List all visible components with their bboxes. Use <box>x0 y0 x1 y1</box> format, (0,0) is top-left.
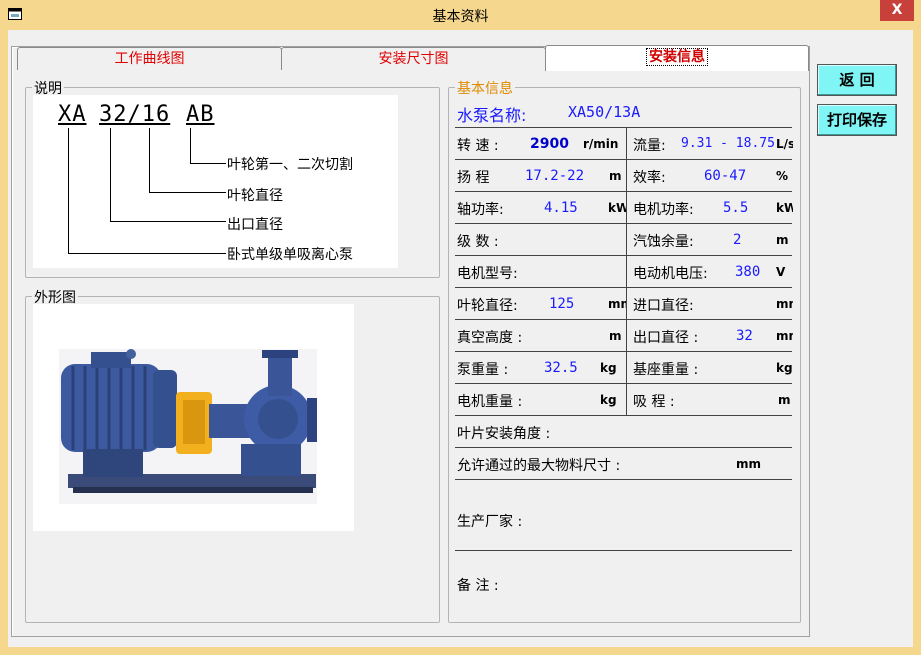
impeller-diameter-unit: mm <box>608 297 626 311</box>
model-code-cut: AB <box>186 102 215 127</box>
impeller-diameter-value: 125 <box>549 296 575 312</box>
legend-impeller-diameter: 叶轮直径 <box>227 188 283 204</box>
leader-line <box>68 253 226 254</box>
speed-unit: r/min <box>583 137 619 151</box>
efficiency-value: 60-47 <box>704 168 747 184</box>
pump-weight-unit: kg <box>600 361 617 375</box>
head-value: 17.2-22 <box>525 168 585 184</box>
title-bar: 基本资料 X <box>0 0 921 30</box>
pump-image <box>59 349 317 504</box>
motor-weight-label: 电机重量 : <box>457 394 523 410</box>
pump-weight-label: 泵重量 : <box>457 362 509 378</box>
max-particle-label: 允许通过的最大物料尺寸 : <box>457 458 621 474</box>
flow-label: 流量: <box>633 138 666 154</box>
leader-line <box>68 128 69 253</box>
column-divider <box>626 128 627 415</box>
row-separator <box>455 319 792 320</box>
row-separator <box>455 479 792 480</box>
leader-line <box>149 128 150 192</box>
motor-voltage-value: 380 <box>735 264 761 280</box>
pump-name-value: XA50/13A <box>568 103 641 121</box>
back-button[interactable]: 返 回 <box>817 64 897 96</box>
flow-value: 9.31 - 18.75 <box>681 136 775 151</box>
flow-unit: L/s <box>776 137 793 151</box>
basic-info-title: 基本信息 <box>455 78 515 98</box>
head-unit: m <box>609 169 622 183</box>
print-save-button[interactable]: 打印保存 <box>817 104 897 136</box>
pump-weight-value: 32.5 <box>544 360 578 376</box>
shaft-power-value: 4.15 <box>544 200 578 216</box>
row-separator <box>455 447 792 448</box>
npsh-value: 2 <box>733 232 742 248</box>
tab-install-info[interactable]: 安装信息 <box>545 45 809 71</box>
pump-name-label: 水泵名称: <box>457 106 527 125</box>
suction-lift-label: 吸 程 : <box>633 394 675 410</box>
impeller-diameter-label: 叶轮直径: <box>457 298 518 314</box>
legend-impeller-cut: 叶轮第一、二次切割 <box>227 157 353 173</box>
motor-voltage-label: 电动机电压: <box>633 266 708 282</box>
row-separator <box>455 351 792 352</box>
pump-image-panel <box>33 304 354 531</box>
note-label: 备 注 : <box>457 578 499 594</box>
row-separator <box>455 255 792 256</box>
leader-line <box>149 192 226 193</box>
npsh-label: 汽蚀余量: <box>633 234 694 250</box>
row-separator <box>455 127 792 128</box>
window-frame-left <box>0 30 8 655</box>
row-separator <box>455 415 792 416</box>
suction-lift-unit: m <box>778 393 791 407</box>
inlet-diameter-unit: mm <box>776 297 793 311</box>
shaft-power-unit: kW <box>608 201 626 215</box>
row-separator <box>455 159 792 160</box>
vacuum-height-unit: m <box>609 329 622 343</box>
blade-angle-label: 叶片安装角度 : <box>457 426 551 442</box>
window-frame-bottom <box>0 647 921 655</box>
window-title: 基本资料 <box>432 9 489 25</box>
head-label: 扬 程 <box>457 170 490 186</box>
leader-line <box>190 128 191 163</box>
model-code-size: 32/16 <box>99 102 171 127</box>
row-separator <box>455 287 792 288</box>
legend-outlet-diameter: 出口直径 <box>227 217 283 233</box>
leader-line <box>190 163 226 164</box>
vacuum-height-label: 真空高度 : <box>457 330 523 346</box>
motor-power-value: 5.5 <box>723 200 749 216</box>
speed-value: 2900 <box>530 136 569 152</box>
tab-work-curve[interactable]: 工作曲线图 <box>17 47 282 70</box>
window: 基本资料 X 工作曲线图 安装尺寸图 安装信息 返 回 打印保存 说明 XA 3… <box>0 0 921 655</box>
base-weight-label: 基座重量 : <box>633 362 699 378</box>
efficiency-unit: % <box>776 169 789 183</box>
legend-pump-type: 卧式单级单吸离心泵 <box>227 247 353 263</box>
outlet-diameter-unit: mm <box>776 329 793 343</box>
basic-info-group: 基本信息 <box>448 78 801 623</box>
shaft-power-label: 轴功率: <box>457 202 504 218</box>
leader-line <box>110 221 226 222</box>
row-separator <box>455 550 792 551</box>
speed-label: 转 速 : <box>457 138 499 154</box>
explain-panel <box>33 95 398 268</box>
base-weight-unit: kg <box>776 361 793 375</box>
tab-install-dimensions[interactable]: 安装尺寸图 <box>281 47 546 70</box>
model-code-series: XA <box>58 102 87 127</box>
outlet-diameter-label: 出口直径 : <box>633 330 699 346</box>
inlet-diameter-label: 进口直径: <box>633 298 694 314</box>
motor-power-unit: kW <box>776 201 793 215</box>
close-button[interactable]: X <box>880 0 914 21</box>
motor-voltage-unit: V <box>776 265 786 279</box>
row-separator <box>455 383 792 384</box>
motor-power-label: 电机功率: <box>633 202 694 218</box>
npsh-unit: m <box>776 233 789 247</box>
manufacturer-label: 生产厂家 : <box>457 514 523 530</box>
leader-line <box>110 128 111 221</box>
efficiency-label: 效率: <box>633 170 666 186</box>
motor-model-label: 电机型号: <box>457 266 518 282</box>
window-frame-right <box>913 30 921 655</box>
motor-weight-unit: kg <box>600 393 617 407</box>
row-separator <box>455 223 792 224</box>
row-separator <box>455 191 792 192</box>
max-particle-unit: mm <box>736 457 762 471</box>
stages-label: 级 数 : <box>457 234 499 250</box>
outlet-diameter-value: 32 <box>736 328 753 344</box>
